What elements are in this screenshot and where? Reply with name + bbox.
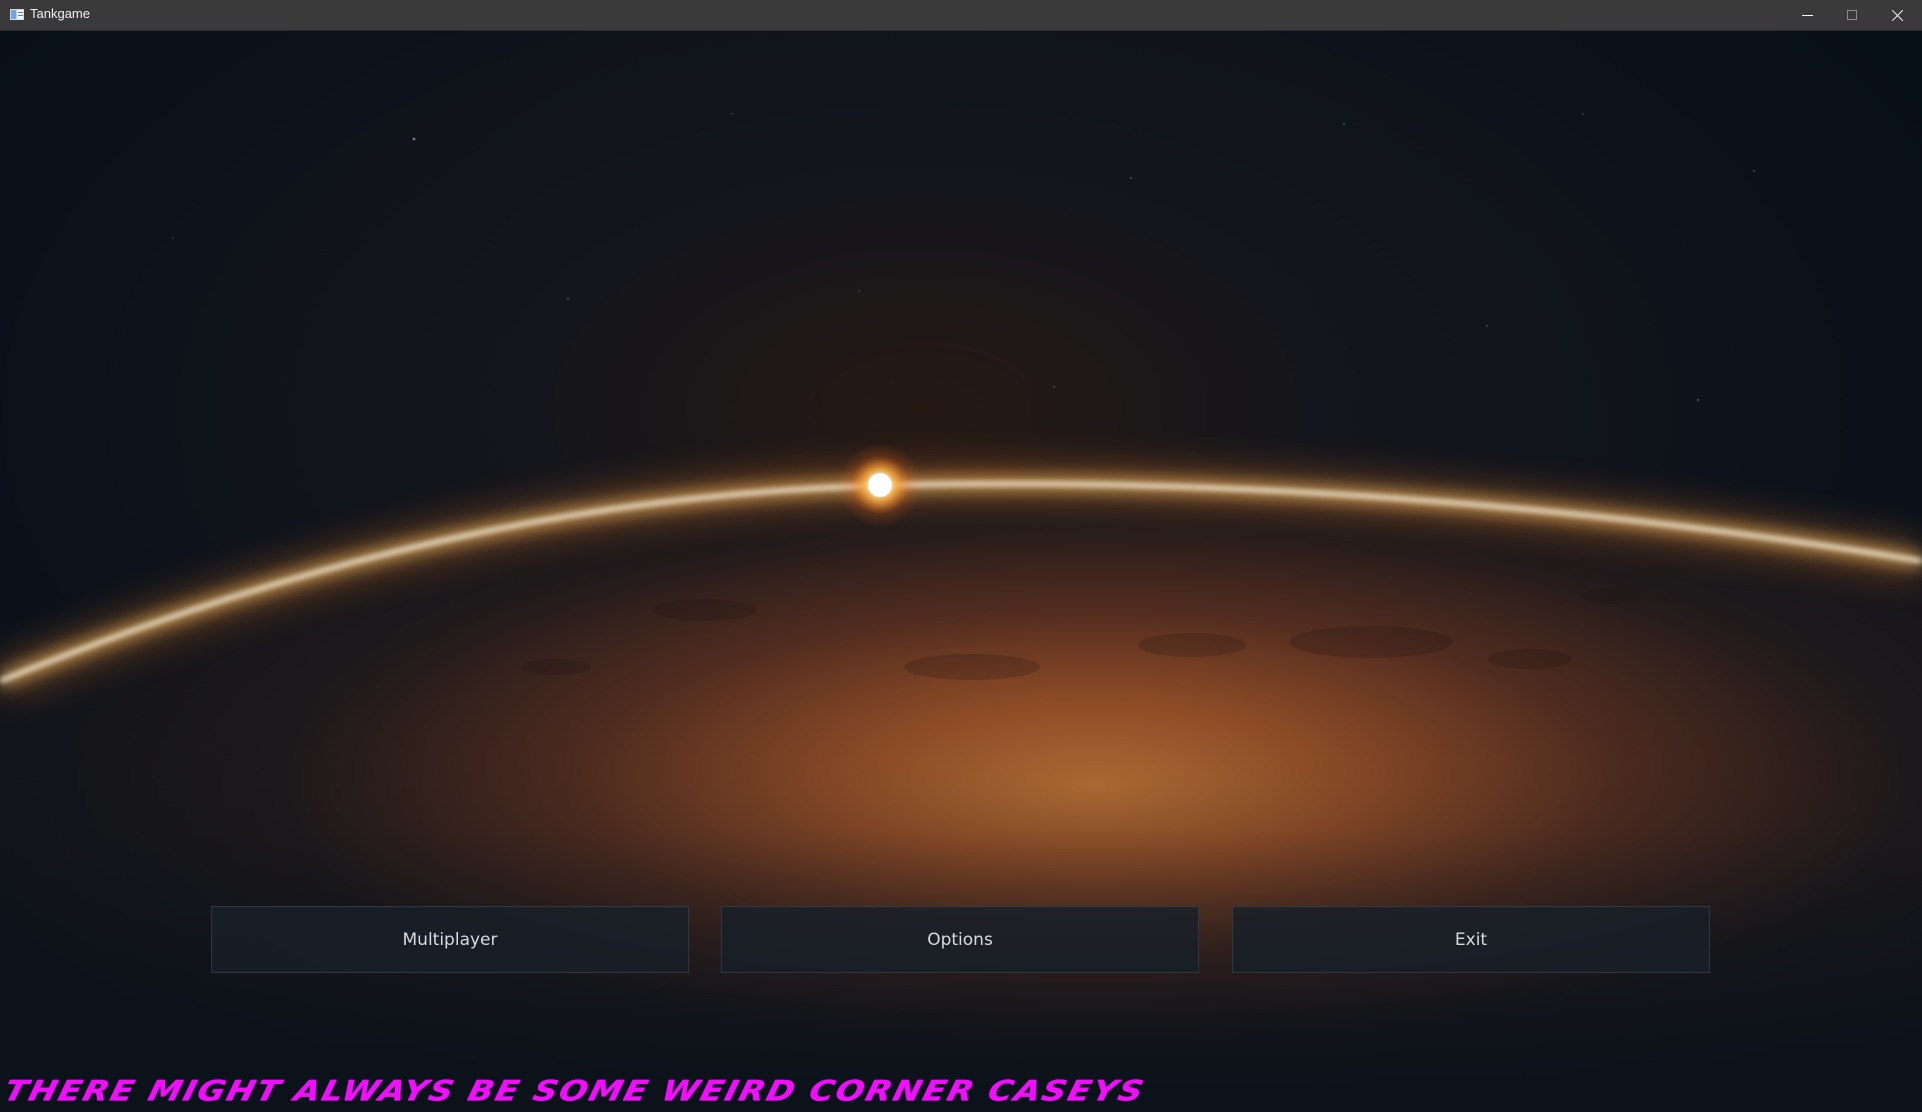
window-title-bar[interactable]: Tankgame — [0, 0, 1922, 31]
game-window: Tankgame Multiplayer Options Exit THERE … — [0, 0, 1922, 1112]
sun — [868, 473, 892, 497]
close-icon — [1891, 9, 1904, 22]
main-menu-scene: Multiplayer Options Exit There might alw… — [0, 31, 1922, 1112]
close-button[interactable] — [1874, 0, 1920, 31]
exit-button[interactable]: Exit — [1232, 906, 1710, 973]
bottom-banner-text: There might always be some weird corner … — [0, 1075, 1149, 1106]
window-title: Tankgame — [30, 6, 90, 21]
app-window-icon — [10, 9, 24, 20]
maximize-button[interactable] — [1829, 0, 1875, 31]
maximize-icon — [1847, 10, 1857, 20]
options-button[interactable]: Options — [721, 906, 1199, 973]
minimize-icon — [1802, 15, 1813, 16]
multiplayer-button[interactable]: Multiplayer — [211, 906, 689, 973]
minimize-button[interactable] — [1784, 0, 1830, 31]
